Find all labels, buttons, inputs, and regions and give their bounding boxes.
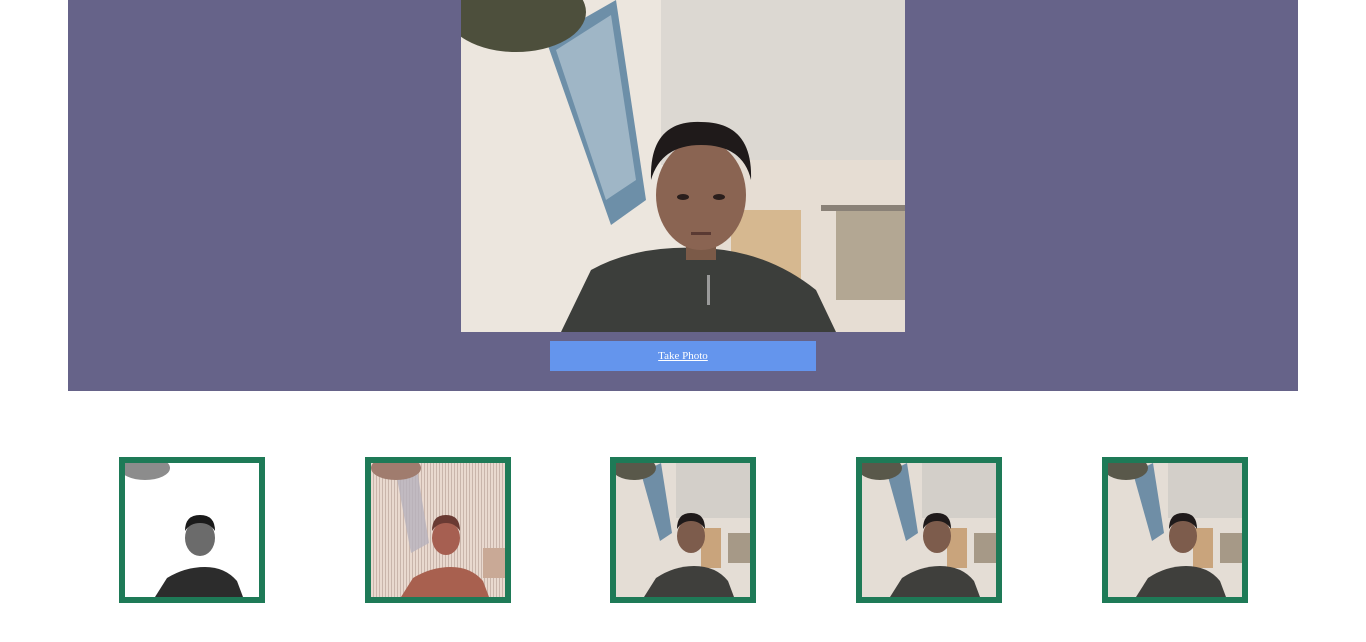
- photo-thumbnail-5[interactable]: [1102, 457, 1248, 603]
- photo-thumbnail-3[interactable]: [610, 457, 756, 603]
- take-photo-button[interactable]: Take Photo: [550, 341, 816, 371]
- webcam-video-feed: [461, 0, 905, 332]
- photo-thumbnail-2[interactable]: [365, 457, 511, 603]
- camera-panel: Take Photo: [68, 0, 1298, 391]
- photo-thumbnail-4[interactable]: [856, 457, 1002, 603]
- photo-thumbnail-1[interactable]: [119, 457, 265, 603]
